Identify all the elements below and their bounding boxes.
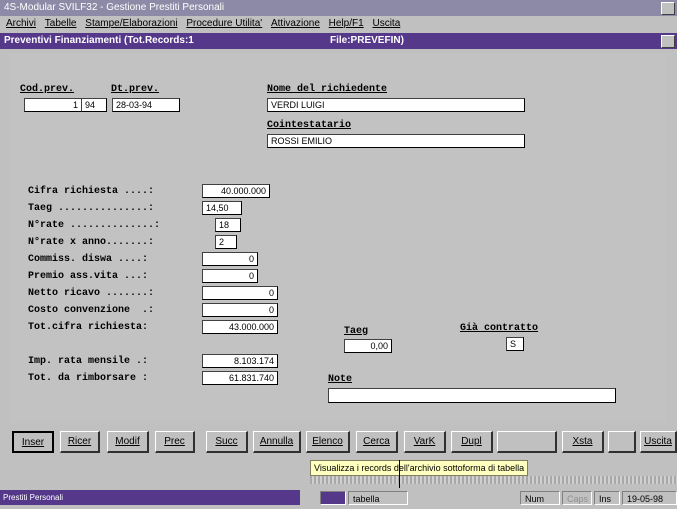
costo-convenzione-label: Costo convenzione .:	[28, 305, 155, 316]
taeg-label: Taeg	[344, 326, 369, 337]
commissione-label: Commiss. diswa ....:	[28, 254, 149, 265]
menu-tabelle[interactable]: Tabelle	[45, 16, 77, 32]
document-title-bar: Preventivi Finanziamenti (Tot.Records:1 …	[0, 33, 677, 49]
xsta-button[interactable]: Xsta	[562, 431, 604, 453]
elenco-button[interactable]: Elenco	[306, 431, 350, 453]
tooltip-strip	[310, 476, 677, 484]
netto-ricavo-label: Netto ricavo .......:	[28, 288, 155, 299]
richiedente-field[interactable]: VERDI LUIGI	[267, 98, 525, 112]
ricer-button[interactable]: Ricer	[60, 431, 100, 453]
cifra-richiesta-field[interactable]: 40.000.000	[202, 184, 270, 198]
rimborsare-field[interactable]: 61.831.740	[202, 371, 278, 385]
rata-mensile-field[interactable]: 8.103.174	[202, 354, 278, 368]
menu-procedure[interactable]: Procedure Utilita'	[186, 16, 262, 32]
annulla-button[interactable]: Annulla	[253, 431, 301, 453]
nrate-anno-label: N°rate x anno.......:	[28, 237, 155, 248]
menu-help[interactable]: Help/F1	[329, 16, 364, 32]
menu-attivazione[interactable]: Attivazione	[271, 16, 320, 32]
blank-button-2[interactable]	[608, 431, 636, 453]
form-panel: Cod.prev. 1 94 Dt.prev. 28-03-94 Nome de…	[10, 54, 667, 423]
cod-prev-year-field[interactable]: 94	[81, 98, 107, 112]
cointestatario-label: Cointestatario	[267, 120, 352, 131]
netto-ricavo-field[interactable]: 0	[202, 286, 278, 300]
status-ins: Ins	[594, 491, 620, 505]
uscita-button[interactable]: Uscita	[640, 431, 677, 453]
modif-button[interactable]: Modif	[107, 431, 149, 453]
document-file: File:PREVEFIN)	[330, 35, 404, 46]
tot-cifra-field[interactable]: 43.000.000	[202, 320, 278, 334]
app-title-bar: 4S-Modular SVILF32 - Gestione Prestiti P…	[0, 0, 677, 16]
rata-mensile-label: Imp. rata mensile .:	[28, 356, 149, 367]
note-label: Note	[328, 374, 353, 385]
cointestatario-field[interactable]: ROSSI EMILIO	[267, 134, 525, 148]
task-icon	[320, 491, 346, 505]
button-bar: Inser Ricer Modif Prec Succ Annulla Elen…	[10, 431, 677, 459]
document-title: Preventivi Finanziamenti (Tot.Records:1	[4, 35, 194, 46]
nrate-field[interactable]: 18	[215, 218, 241, 232]
costo-convenzione-field[interactable]: 0	[202, 303, 278, 317]
cifra-richiesta-label: Cifra richiesta ....:	[28, 186, 155, 197]
richiedente-label: Nome del richiedente	[267, 84, 388, 95]
nrate-label: N°rate ..............:	[28, 220, 161, 231]
gia-contratto-field[interactable]: S	[506, 337, 524, 351]
menu-bar: Archivi Tabelle Stampe/Elaborazioni Proc…	[0, 16, 677, 32]
cerca-button[interactable]: Cerca	[356, 431, 398, 453]
status-bar: Prestiti Personali tabella Num Caps Ins …	[0, 488, 677, 509]
cod-prev-label: Cod.prev.	[20, 84, 75, 95]
tooltip: Visualizza i records dell'archivio sotto…	[310, 460, 529, 476]
status-caps: Caps	[562, 491, 592, 505]
note-field[interactable]	[328, 388, 616, 403]
cod-prev-number-field[interactable]: 1	[24, 98, 82, 112]
taeg-row-label: Taeg ...............:	[28, 203, 155, 214]
gia-contratto-label: Già contratto	[460, 323, 539, 334]
menu-archivi[interactable]: Archivi	[6, 16, 36, 32]
prec-button[interactable]: Prec	[155, 431, 195, 453]
blank-button-1[interactable]	[497, 431, 557, 453]
status-left: Prestiti Personali	[0, 490, 300, 505]
menu-uscita[interactable]: Uscita	[372, 16, 400, 32]
window-close-button[interactable]	[661, 2, 675, 15]
status-task: tabella	[348, 491, 408, 505]
succ-button[interactable]: Succ	[206, 431, 248, 453]
dt-prev-field[interactable]: 28-03-94	[112, 98, 180, 112]
menu-stampe[interactable]: Stampe/Elaborazioni	[85, 16, 177, 32]
status-num: Num	[520, 491, 560, 505]
dt-prev-label: Dt.prev.	[111, 84, 160, 95]
tot-cifra-label: Tot.cifra richiesta:	[28, 322, 149, 333]
inser-button[interactable]: Inser	[12, 431, 54, 453]
app-title: 4S-Modular SVILF32 - Gestione Prestiti P…	[4, 2, 225, 13]
premio-field[interactable]: 0	[202, 269, 258, 283]
status-date: 19-05-98	[622, 491, 677, 505]
document-close-button[interactable]	[661, 35, 675, 48]
vark-button[interactable]: VarK	[404, 431, 446, 453]
commissione-field[interactable]: 0	[202, 252, 258, 266]
premio-label: Premio ass.vita ...:	[28, 271, 149, 282]
dupl-button[interactable]: Dupl	[451, 431, 493, 453]
nrate-anno-field[interactable]: 2	[215, 235, 237, 249]
taeg-field[interactable]: 0,00	[344, 339, 392, 353]
taeg-row-field[interactable]: 14,50	[202, 201, 242, 215]
rimborsare-label: Tot. da rimborsare :	[28, 373, 149, 384]
